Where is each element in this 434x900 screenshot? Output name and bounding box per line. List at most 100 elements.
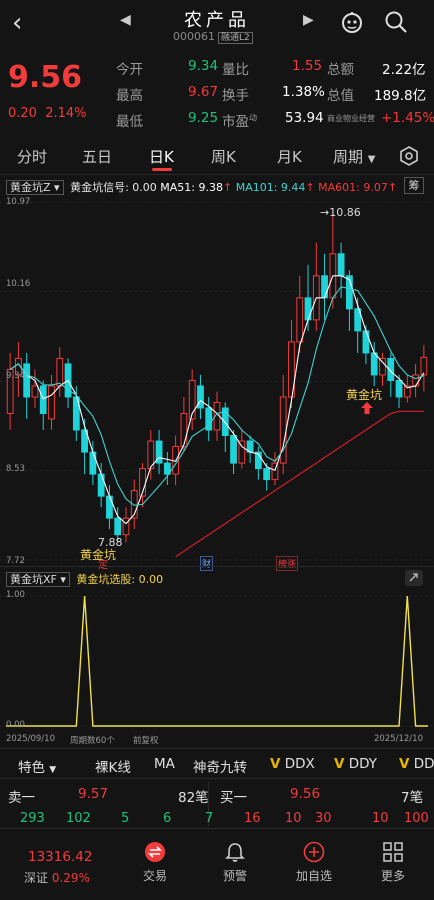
toolbar-magic-nine[interactable]: 神奇九转: [193, 756, 247, 776]
candle-body: [370, 352, 378, 376]
toolbar-ddx[interactable]: V DDX: [270, 756, 315, 772]
stock-title: 农产品: [184, 10, 250, 31]
quote-pe: 53.94: [285, 110, 324, 126]
tab-monthly-k[interactable]: 月K: [277, 146, 302, 167]
candle-body: [39, 385, 47, 414]
buy1-label: 买一: [220, 790, 247, 806]
mark-ranking[interactable]: 榜涨: [276, 556, 299, 571]
y-axis-mid2: 9.34: [6, 371, 25, 381]
tab-five-day[interactable]: 五日: [82, 146, 112, 167]
signal-line: [6, 595, 428, 727]
expand-icon[interactable]: [404, 569, 424, 587]
candle-body: [321, 275, 328, 299]
toolbar-bare-k[interactable]: 裸K线: [95, 756, 131, 776]
tab-intraday[interactable]: 分时: [17, 146, 47, 167]
search-icon[interactable]: [384, 10, 408, 34]
sub-indicator-value: 黄金坑选股: 0.00: [76, 573, 164, 586]
divider: [0, 566, 434, 567]
candle-body: [56, 357, 64, 387]
quote-label-low: 最低: [116, 114, 143, 130]
vip-v-icon: V: [270, 756, 281, 772]
add-watchlist-icon[interactable]: [303, 841, 325, 863]
main-indicator-select[interactable]: 黄金坑Z ▾: [6, 180, 64, 195]
quote-label-high: 最高: [116, 88, 143, 104]
toolbar-dd[interactable]: V DD: [399, 756, 434, 772]
ma101-value: MA101: 9.44: [235, 181, 306, 194]
candle-body: [106, 495, 113, 519]
nav-more[interactable]: 更多: [363, 867, 423, 884]
candle-body: [97, 473, 105, 497]
quote-label-open: 今开: [116, 62, 143, 78]
quote-label-pe: 市盈动: [222, 113, 257, 131]
buy1-volume: 7笔: [401, 790, 424, 806]
quote-sector-pct[interactable]: +1.45%: [381, 110, 434, 126]
tab-period[interactable]: 周期 ▼: [333, 146, 376, 167]
current-price: 9.56: [8, 60, 83, 95]
buy-queue-5: 100: [404, 811, 429, 826]
candlestick-chart[interactable]: [0, 196, 434, 566]
index-info[interactable]: 深证 0.29%: [24, 869, 90, 886]
header: ‹ ◀ 农产品 ▶ 000061 融通L2: [0, 0, 434, 48]
toolbar-feature[interactable]: 特色 ▼: [18, 756, 56, 776]
bottom-nav: 13316.42 深证 0.29% 交易 预警 加自选 更多: [0, 828, 434, 900]
signal-value: 黄金坑信号: 0.00: [70, 181, 157, 194]
next-stock-icon[interactable]: ▶: [303, 12, 314, 28]
vip-v-icon: V: [399, 756, 410, 772]
ma51-value: MA51: 9.38: [160, 181, 223, 194]
change-value: 0.20: [8, 106, 37, 121]
vip-v-icon: V: [334, 756, 345, 772]
divider: [0, 748, 434, 749]
sell-queue-4: 6: [163, 811, 172, 826]
candle-body: [230, 435, 237, 464]
chip-distribution-button[interactable]: 筹: [404, 177, 424, 194]
trade-icon[interactable]: [144, 841, 166, 863]
nav-trade[interactable]: 交易: [125, 867, 185, 884]
adjust-mode[interactable]: 前复权: [133, 734, 159, 746]
mark-ding: 定: [98, 556, 108, 571]
toolbar-ma[interactable]: MA: [154, 756, 175, 772]
sell1-label: 卖一: [8, 790, 35, 806]
buy-queue-4: 10: [372, 811, 389, 826]
tab-weekly-k[interactable]: 周K: [211, 146, 236, 167]
date-end: 2025/12/10: [374, 734, 423, 744]
index-value[interactable]: 13316.42: [28, 849, 92, 865]
sub-y-bottom: 0.00: [6, 720, 25, 730]
stock-code: 000061 融通L2: [173, 30, 253, 44]
quote-label-sector[interactable]: 商业物业经营: [327, 113, 375, 124]
period-count: 周期数60个: [70, 736, 115, 746]
candle-body: [379, 357, 386, 376]
candle-body: [362, 330, 370, 354]
robot-icon[interactable]: [340, 10, 364, 34]
quote-low: 9.25: [188, 110, 219, 126]
code-text: 000061: [173, 30, 215, 43]
candle-body: [48, 385, 55, 420]
bell-icon[interactable]: [224, 841, 246, 863]
tab-daily-k[interactable]: 日K: [149, 146, 174, 167]
sub-indicator-bar: 黄金坑XF ▾ 黄金坑选股: 0.00: [6, 571, 163, 587]
date-start: 2025/09/10: [6, 734, 55, 744]
more-grid-icon[interactable]: [382, 841, 404, 863]
sub-indicator-select[interactable]: 黄金坑XF ▾: [6, 572, 70, 587]
up-arrow-icon: ↑: [223, 181, 233, 194]
candle-body: [180, 412, 188, 448]
quote-mktcap: 189.8亿: [374, 88, 427, 104]
up-arrow-icon: ↑: [387, 181, 398, 194]
buy1-price: 9.56: [290, 786, 321, 802]
nav-add-watchlist[interactable]: 加自选: [284, 867, 344, 884]
up-arrow-icon: ↑: [305, 181, 315, 194]
sub-indicator-chart[interactable]: [0, 588, 434, 734]
toolbar-ddy[interactable]: V DDY: [334, 756, 377, 772]
period-label: 周期: [333, 148, 364, 166]
settings-icon[interactable]: [398, 145, 420, 167]
candle-body: [89, 451, 97, 475]
active-tab-indicator: [152, 168, 172, 171]
y-axis-mid3: 8.53: [6, 464, 25, 474]
buy-queue-3: 30: [315, 811, 332, 826]
sell-queue-3: 5: [121, 811, 130, 826]
candle-body: [412, 374, 419, 387]
nav-alert[interactable]: 预警: [205, 867, 265, 884]
price-change: 0.20 2.14%: [8, 106, 87, 121]
sell-queue-1: 293: [20, 811, 45, 826]
y-axis-bottom: 7.72: [6, 556, 25, 566]
mark-finance[interactable]: 财: [200, 556, 214, 571]
